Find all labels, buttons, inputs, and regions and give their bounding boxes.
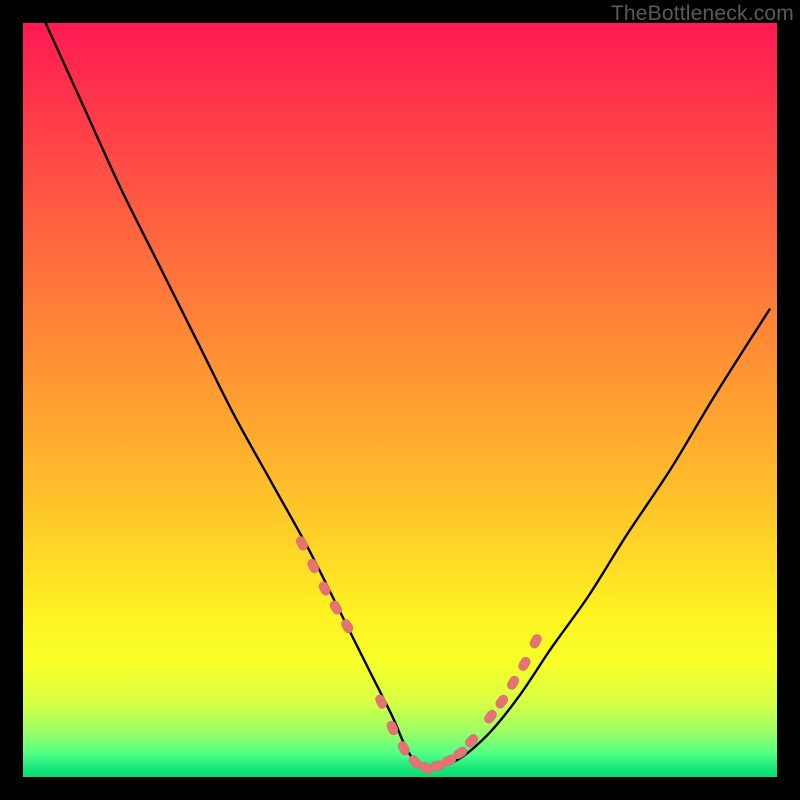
marker-point [529,633,543,650]
marker-point [464,733,480,749]
marker-point [374,693,388,709]
marker-point [317,580,331,597]
bottleneck-curve [46,23,770,769]
marker-point [506,674,521,691]
highlight-markers [295,535,543,775]
curve-layer [23,23,777,777]
marker-point [386,720,400,736]
marker-point [517,656,532,673]
chart-frame [23,23,777,777]
marker-point [483,708,499,725]
marker-point [306,558,320,575]
watermark-text: TheBottleneck.com [611,2,794,26]
marker-point [295,535,309,552]
marker-point [340,618,355,635]
marker-point [494,693,510,710]
